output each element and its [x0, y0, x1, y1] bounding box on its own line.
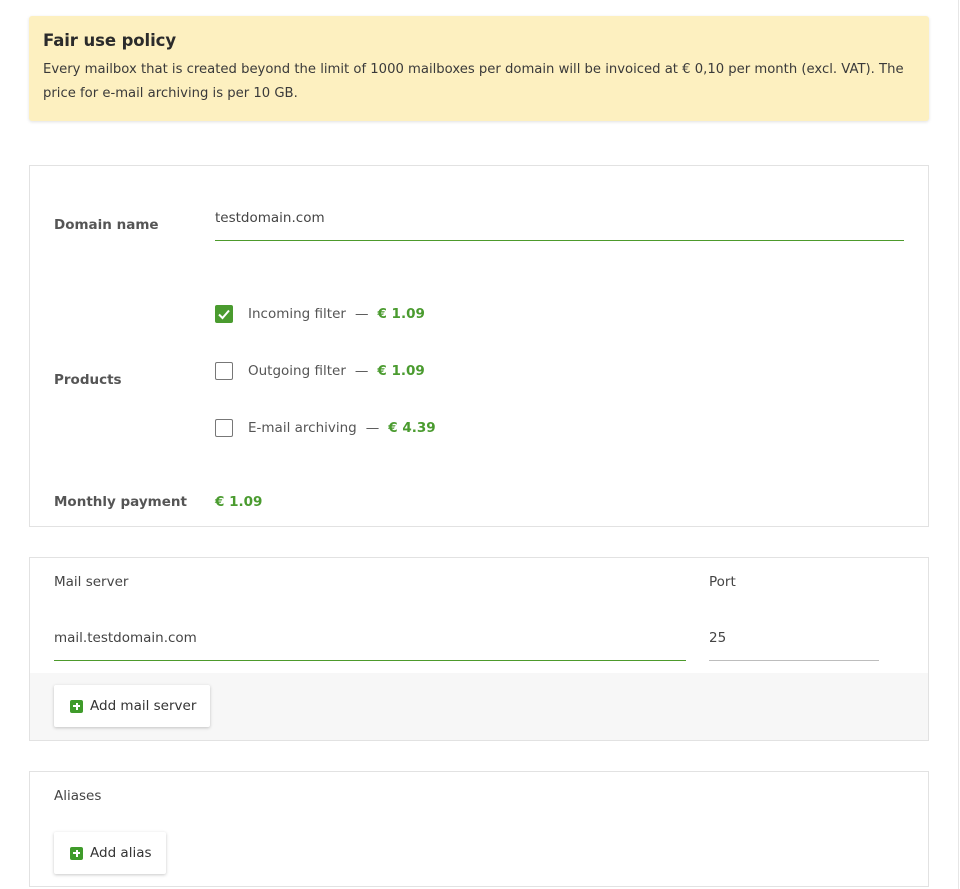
add-alias-button[interactable]: Add alias	[54, 832, 166, 874]
product-outgoing-filter[interactable]: Outgoing filter — € 1.09	[215, 362, 425, 380]
products-label: Products	[54, 372, 122, 388]
product-email-archiving[interactable]: E-mail archiving — € 4.39	[215, 419, 436, 437]
notice-text: Every mailbox that is created beyond the…	[43, 62, 904, 101]
incoming-filter-label: Incoming filter	[248, 306, 346, 322]
domain-name-label: Domain name	[54, 217, 159, 233]
incoming-filter-checkbox[interactable]	[215, 305, 233, 323]
domain-name-input[interactable]: testdomain.com	[215, 210, 904, 241]
mail-server-panel: Mail server Port mail.testdomain.com 25 …	[29, 557, 929, 741]
price-separator: —	[354, 306, 369, 322]
monthly-payment-label: Monthly payment	[54, 494, 187, 510]
fair-use-notice: Fair use policy Every mailbox that is cr…	[29, 16, 929, 121]
email-archiving-price: € 4.39	[388, 420, 436, 436]
domain-panel: Domain name testdomain.com Products Inco…	[29, 165, 929, 527]
plus-icon	[70, 699, 83, 713]
page-edge-divider	[958, 0, 959, 889]
price-separator: —	[365, 420, 380, 436]
aliases-label: Aliases	[54, 788, 102, 804]
email-archiving-label: E-mail archiving	[248, 420, 357, 436]
mail-server-input[interactable]: mail.testdomain.com	[54, 630, 686, 661]
incoming-filter-price: € 1.09	[377, 306, 425, 322]
plus-icon	[70, 846, 83, 860]
product-incoming-filter[interactable]: Incoming filter — € 1.09	[215, 305, 425, 323]
outgoing-filter-label: Outgoing filter	[248, 363, 346, 379]
add-mail-server-label: Add mail server	[90, 698, 197, 714]
check-icon	[218, 309, 230, 320]
outgoing-filter-price: € 1.09	[377, 363, 425, 379]
price-separator: —	[354, 363, 369, 379]
outgoing-filter-checkbox[interactable]	[215, 362, 233, 380]
add-mail-server-button[interactable]: Add mail server	[54, 685, 211, 727]
mail-server-footer: Add mail server	[30, 673, 928, 740]
port-label: Port	[709, 574, 736, 590]
email-archiving-checkbox[interactable]	[215, 419, 233, 437]
monthly-payment-value: € 1.09	[215, 494, 263, 510]
aliases-panel: Aliases Add alias	[29, 771, 929, 887]
mail-server-label: Mail server	[54, 574, 129, 590]
port-input[interactable]: 25	[709, 630, 879, 661]
notice-title: Fair use policy	[43, 31, 176, 50]
add-alias-label: Add alias	[90, 845, 152, 861]
